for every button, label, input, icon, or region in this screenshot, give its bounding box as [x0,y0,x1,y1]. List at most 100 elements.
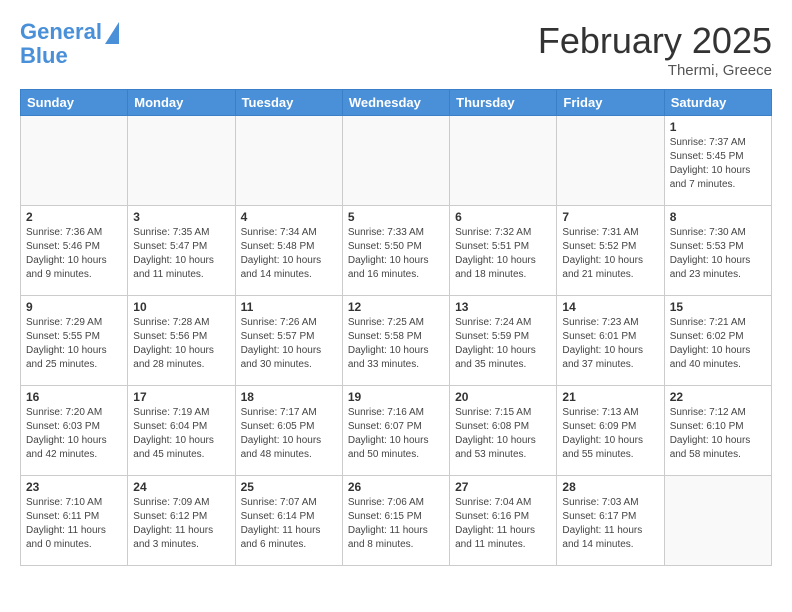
week-row-4: 16 Sunrise: 7:20 AM Sunset: 6:03 PM Dayli… [21,386,772,476]
calendar-cell: 5 Sunrise: 7:33 AM Sunset: 5:50 PM Daylig… [342,206,449,296]
calendar-cell: 24 Sunrise: 7:09 AM Sunset: 6:12 PM Dayli… [128,476,235,566]
day-number: 18 [241,390,337,404]
day-number: 2 [26,210,122,224]
day-info: Sunrise: 7:19 AM Sunset: 6:04 PM Dayligh… [133,406,229,462]
calendar-cell: 9 Sunrise: 7:29 AM Sunset: 5:55 PM Daylig… [21,296,128,386]
calendar-cell: 27 Sunrise: 7:04 AM Sunset: 6:16 PM Dayli… [450,476,557,566]
day-number: 4 [241,210,337,224]
day-info: Sunrise: 7:35 AM Sunset: 5:47 PM Dayligh… [133,226,229,282]
day-info: Sunrise: 7:12 AM Sunset: 6:10 PM Dayligh… [670,406,766,462]
day-info: Sunrise: 7:34 AM Sunset: 5:48 PM Dayligh… [241,226,337,282]
calendar-cell: 26Sunrise: 7:06 AM Sunset: 6:15 PM Dayli… [342,476,449,566]
day-number: 27 [455,480,551,494]
week-row-1: 1 Sunrise: 7:37 AM Sunset: 5:45 PM Daylig… [21,116,772,206]
week-row-3: 9 Sunrise: 7:29 AM Sunset: 5:55 PM Daylig… [21,296,772,386]
calendar-cell [557,116,664,206]
day-info: Sunrise: 7:29 AM Sunset: 5:55 PM Dayligh… [26,316,122,372]
day-number: 15 [670,300,766,314]
calendar-cell: 14 Sunrise: 7:23 AM Sunset: 6:01 PM Dayli… [557,296,664,386]
logo-icon [105,22,119,44]
day-number: 8 [670,210,766,224]
day-info: Sunrise: 7:10 AM Sunset: 6:11 PM Dayligh… [26,496,122,552]
day-number: 14 [562,300,658,314]
day-info: Sunrise: 7:21 AM Sunset: 6:02 PM Dayligh… [670,316,766,372]
day-number: 22 [670,390,766,404]
day-number: 9 [26,300,122,314]
day-info: Sunrise: 7:24 AM Sunset: 5:59 PM Dayligh… [455,316,551,372]
calendar-cell [235,116,342,206]
logo: General Blue [20,20,119,68]
day-info: Sunrise: 7:15 AM Sunset: 6:08 PM Dayligh… [455,406,551,462]
calendar-cell: 21 Sunrise: 7:13 AM Sunset: 6:09 PM Dayli… [557,386,664,476]
title-area: February 2025 Thermi, Greece [538,20,772,79]
calendar-cell [664,476,771,566]
calendar-cell: 15 Sunrise: 7:21 AM Sunset: 6:02 PM Dayli… [664,296,771,386]
day-number: 24 [133,480,229,494]
calendar-cell: 3 Sunrise: 7:35 AM Sunset: 5:47 PM Daylig… [128,206,235,296]
day-info: Sunrise: 7:13 AM Sunset: 6:09 PM Dayligh… [562,406,658,462]
calendar-cell: 16 Sunrise: 7:20 AM Sunset: 6:03 PM Dayli… [21,386,128,476]
calendar-cell: 1 Sunrise: 7:37 AM Sunset: 5:45 PM Daylig… [664,116,771,206]
day-info: Sunrise: 7:33 AM Sunset: 5:50 PM Dayligh… [348,226,444,282]
day-number: 7 [562,210,658,224]
calendar-cell: 22 Sunrise: 7:12 AM Sunset: 6:10 PM Dayli… [664,386,771,476]
day-info: Sunrise: 7:09 AM Sunset: 6:12 PM Dayligh… [133,496,229,552]
day-number: 17 [133,390,229,404]
location-subtitle: Thermi, Greece [538,62,772,79]
day-number: 1 [670,120,766,134]
calendar-cell: 25 Sunrise: 7:07 AM Sunset: 6:14 PM Dayli… [235,476,342,566]
day-number: 25 [241,480,337,494]
calendar-cell: 10 Sunrise: 7:28 AM Sunset: 5:56 PM Dayli… [128,296,235,386]
calendar-cell: 13 Sunrise: 7:24 AM Sunset: 5:59 PM Dayli… [450,296,557,386]
calendar-cell: 8Sunrise: 7:30 AM Sunset: 5:53 PM Daylig… [664,206,771,296]
day-number: 19 [348,390,444,404]
day-number: 10 [133,300,229,314]
day-info: Sunrise: 7:28 AM Sunset: 5:56 PM Dayligh… [133,316,229,372]
day-number: 3 [133,210,229,224]
weekday-header-tuesday: Tuesday [235,90,342,116]
calendar-cell: 6 Sunrise: 7:32 AM Sunset: 5:51 PM Daylig… [450,206,557,296]
calendar-cell: 12Sunrise: 7:25 AM Sunset: 5:58 PM Dayli… [342,296,449,386]
day-info: Sunrise: 7:16 AM Sunset: 6:07 PM Dayligh… [348,406,444,462]
calendar-cell: 11Sunrise: 7:26 AM Sunset: 5:57 PM Dayli… [235,296,342,386]
weekday-header-wednesday: Wednesday [342,90,449,116]
day-number: 13 [455,300,551,314]
day-info: Sunrise: 7:17 AM Sunset: 6:05 PM Dayligh… [241,406,337,462]
day-info: Sunrise: 7:32 AM Sunset: 5:51 PM Dayligh… [455,226,551,282]
day-info: Sunrise: 7:37 AM Sunset: 5:45 PM Dayligh… [670,136,766,192]
day-number: 11 [241,300,337,314]
day-number: 26 [348,480,444,494]
day-info: Sunrise: 7:23 AM Sunset: 6:01 PM Dayligh… [562,316,658,372]
calendar-cell: 17 Sunrise: 7:19 AM Sunset: 6:04 PM Dayli… [128,386,235,476]
day-number: 16 [26,390,122,404]
weekday-header-thursday: Thursday [450,90,557,116]
day-info: Sunrise: 7:36 AM Sunset: 5:46 PM Dayligh… [26,226,122,282]
weekday-header-monday: Monday [128,90,235,116]
day-number: 21 [562,390,658,404]
weekday-header-sunday: Sunday [21,90,128,116]
day-info: Sunrise: 7:31 AM Sunset: 5:52 PM Dayligh… [562,226,658,282]
day-info: Sunrise: 7:07 AM Sunset: 6:14 PM Dayligh… [241,496,337,552]
day-info: Sunrise: 7:20 AM Sunset: 6:03 PM Dayligh… [26,406,122,462]
calendar-cell: 19 Sunrise: 7:16 AM Sunset: 6:07 PM Dayli… [342,386,449,476]
calendar-cell: 18 Sunrise: 7:17 AM Sunset: 6:05 PM Dayli… [235,386,342,476]
weekday-header-saturday: Saturday [664,90,771,116]
day-info: Sunrise: 7:04 AM Sunset: 6:16 PM Dayligh… [455,496,551,552]
calendar-cell [342,116,449,206]
day-number: 23 [26,480,122,494]
weekday-header-friday: Friday [557,90,664,116]
day-info: Sunrise: 7:03 AM Sunset: 6:17 PM Dayligh… [562,496,658,552]
day-number: 28 [562,480,658,494]
calendar-cell: 28 Sunrise: 7:03 AM Sunset: 6:17 PM Dayli… [557,476,664,566]
logo-text2: Blue [20,44,119,68]
calendar-cell [128,116,235,206]
day-number: 6 [455,210,551,224]
page-header: General Blue February 2025 Thermi, Greec… [20,20,772,79]
logo-text: General [20,20,102,44]
day-info: Sunrise: 7:25 AM Sunset: 5:58 PM Dayligh… [348,316,444,372]
calendar-table: SundayMondayTuesdayWednesdayThursdayFrid… [20,89,772,566]
calendar-cell [21,116,128,206]
week-row-5: 23 Sunrise: 7:10 AM Sunset: 6:11 PM Dayli… [21,476,772,566]
calendar-cell: 7 Sunrise: 7:31 AM Sunset: 5:52 PM Daylig… [557,206,664,296]
day-number: 5 [348,210,444,224]
